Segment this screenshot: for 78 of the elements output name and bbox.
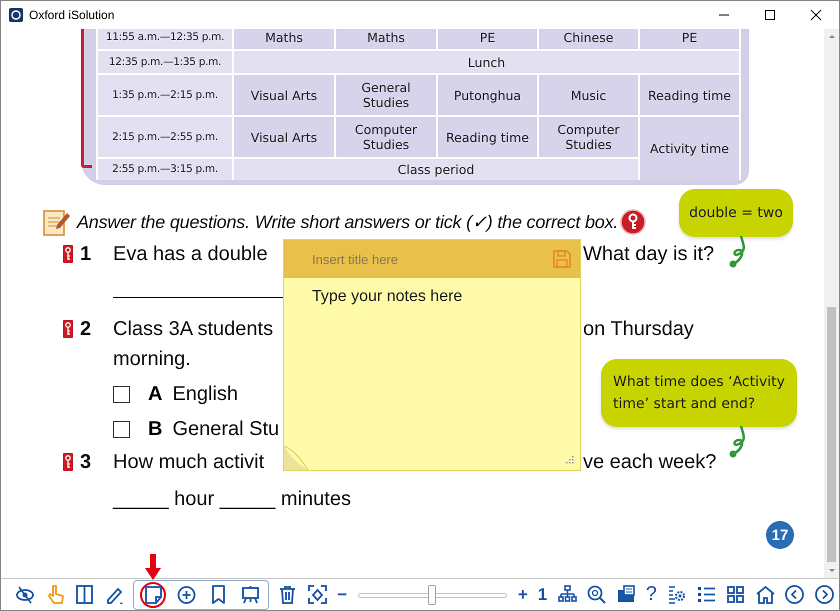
key-badge-icon [620,209,646,235]
table-cell: Activity time [640,117,739,180]
key-icon [63,453,73,471]
table-cell: Chinese [539,29,638,49]
table-cell: PE [438,29,537,49]
speech-bubble: double = two [679,189,793,237]
scrollbar[interactable] [824,29,839,578]
home-icon [754,584,776,605]
table-cell: Maths [336,29,436,49]
sticky-note[interactable]: Insert title here Type your notes here [283,239,581,471]
sticky-note-icon [142,584,164,605]
zoom-slider[interactable] [358,584,507,604]
help-button[interactable]: ? [646,583,657,606]
focus-frame-icon [306,584,328,605]
question-text: on Thursday [583,318,694,340]
table-cell: Visual Arts [234,75,334,115]
table-cell: 12:35 p.m.—1:35 p.m. [98,51,232,73]
checkbox[interactable] [113,421,130,438]
table-cell: General Studies [336,75,436,115]
table-cell: Lunch [234,51,739,73]
table-cell: 1:35 p.m.—2:15 p.m. [98,75,232,115]
board-icon [240,584,261,605]
table-cell: Maths [234,29,334,49]
checkbox[interactable] [113,386,130,403]
eye-slash-icon [15,584,36,605]
option-letter: A [148,383,162,406]
gear-list-icon [666,584,688,605]
table-cell: Class period [234,159,638,180]
table-cell: Reading time [438,117,537,157]
grid-icon [725,584,746,605]
zoom-out-button[interactable]: − [337,584,348,604]
table-cell: Visual Arts [234,117,334,157]
forward-icon [814,584,835,605]
table-cell: Putonghua [438,75,537,115]
table-cell: 2:15 p.m.—2:55 p.m. [98,117,232,157]
option-text: English [172,383,238,406]
table-cell: 2:55 p.m.—3:15 p.m. [98,159,232,180]
option-letter: B [148,418,162,441]
question-number: 3 [80,450,92,474]
instruction-text: Answer the questions. Write short answers or tick (✓) the correct box. [77,211,618,233]
table-cell: Reading time [640,75,739,115]
speech-bubble: What time does ‘Activity time’ start and end? [601,359,797,427]
page-field[interactable]: 1 [538,584,548,604]
note-body-field[interactable]: Type your notes here [284,278,580,470]
list-icon [696,584,717,605]
question-number: 1 [80,242,92,266]
sitemap-icon [556,584,578,605]
app-icon [9,8,23,22]
key-icon [63,245,73,263]
scrollbar-thumb[interactable] [827,307,836,562]
table-cell: Computer Studies [539,117,638,157]
table-cell: Music [539,75,638,115]
question-text: Class 3A students [113,318,274,340]
window-title: Oxford iSolution [29,8,114,22]
question-text: morning. [113,348,191,370]
search-icon [586,584,608,605]
slider-thumb[interactable] [428,584,436,604]
plus-circle-icon [176,584,197,605]
table-cell: Computer Studies [336,117,436,157]
table-cell: PE [640,29,739,49]
option-text: General Stu [172,418,280,441]
resize-grip-icon[interactable] [566,456,574,464]
question-number: 2 [80,318,92,340]
question-text: Eva has a double [113,242,268,264]
page-number: 17 [766,521,794,549]
back-icon [784,584,806,605]
question-text: ve each week? [583,450,716,474]
answer-blanks: _____ hour _____ minutes [113,487,352,511]
table-cell: 11:55 a.m.—12:35 p.m. [98,29,232,49]
pointer-arrow [145,554,162,580]
question-text: What day is it? [583,242,714,266]
question-text: How much activit [113,450,264,472]
split-panel-icon [74,584,96,605]
folder-icon [616,584,637,605]
folded-corner-icon [284,446,308,470]
note-title-field[interactable]: Insert title here [284,240,548,278]
zoom-in-button[interactable]: + [518,584,528,604]
key-icon [63,320,73,338]
